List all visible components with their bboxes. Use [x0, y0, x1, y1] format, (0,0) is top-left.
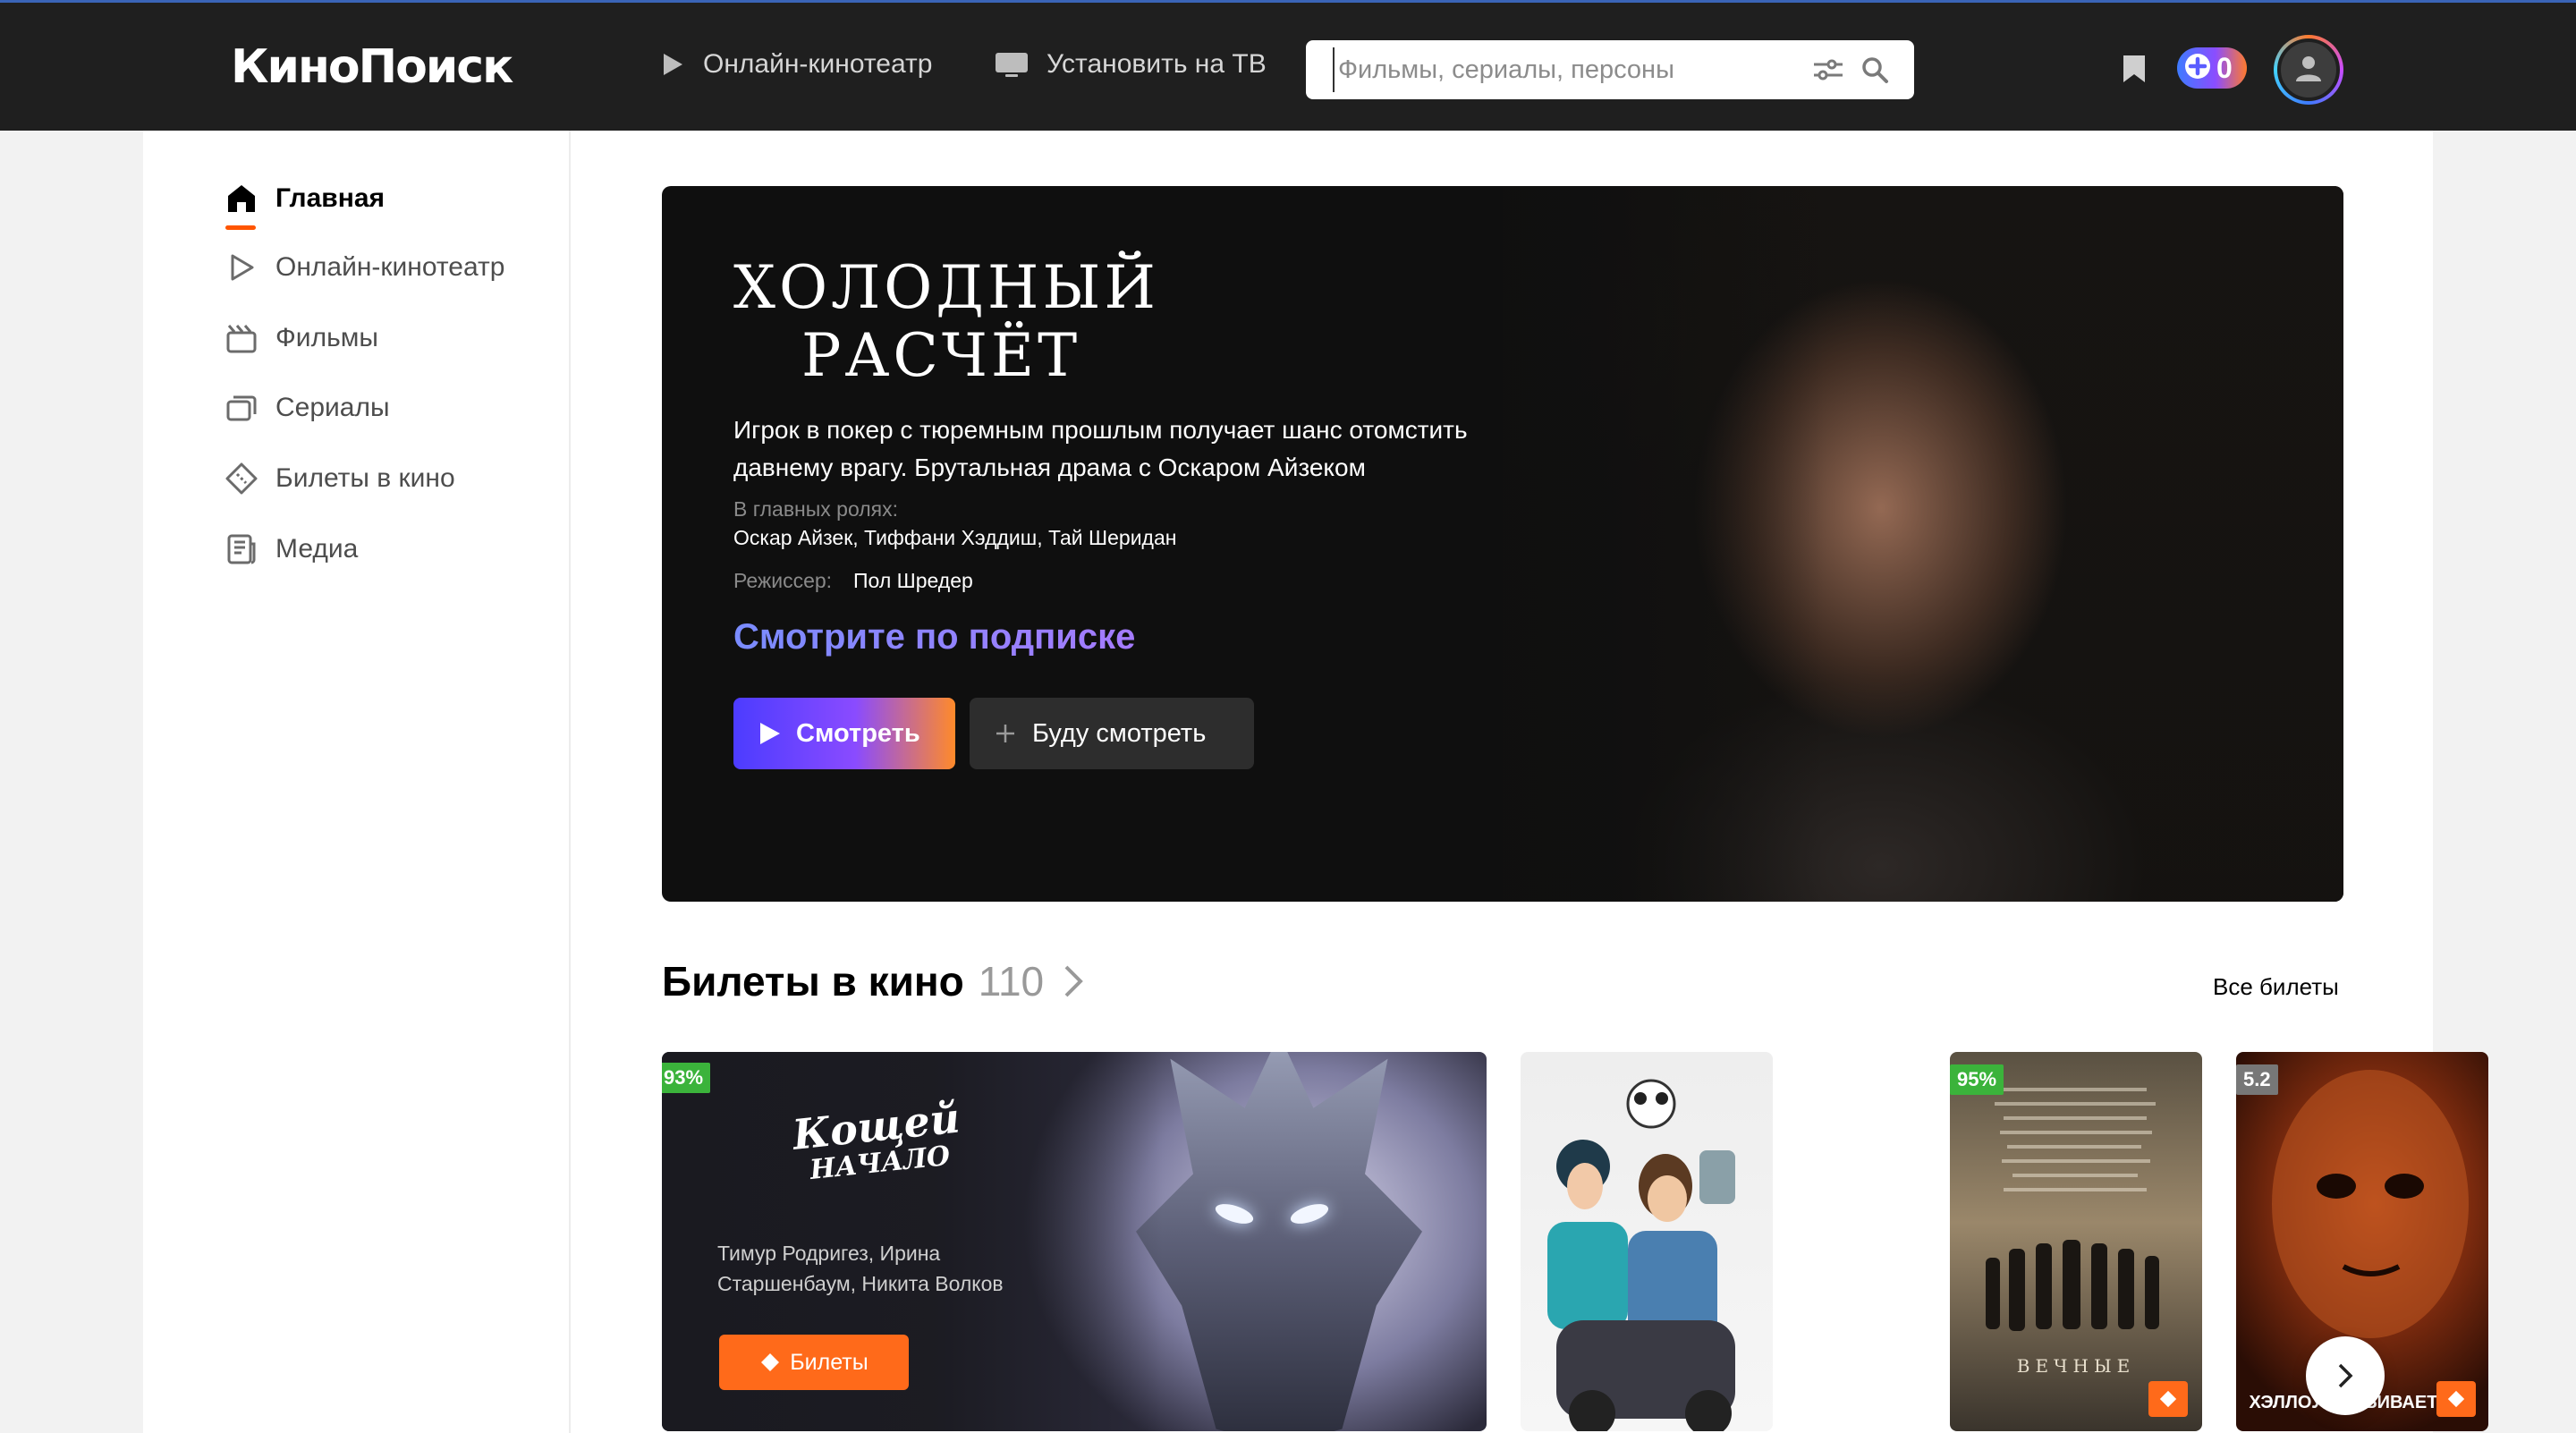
sidebar-item-tickets[interactable]: Билеты в кино: [224, 462, 455, 496]
movie-poster[interactable]: ВЕЧНЫЕ 95%: [1950, 1052, 2202, 1431]
sidebar-item-home[interactable]: Главная: [224, 182, 386, 230]
featured-movie-card[interactable]: 93% Кощей НАЧАЛО Тимур Родригез, Ирина С…: [662, 1052, 1487, 1431]
plus-points-count: 0: [2216, 51, 2233, 84]
chevron-right-icon: [2337, 1362, 2353, 1389]
header-nav-label: Установить на ТВ: [1046, 49, 1267, 79]
search-bar: [1306, 40, 1914, 99]
rating-badge: 93%: [662, 1063, 711, 1093]
tv-icon: [995, 51, 1029, 78]
chevron-right-icon: [1063, 964, 1083, 998]
tickets-button[interactable]: Билеты: [719, 1335, 909, 1390]
ticket-icon: [759, 1352, 781, 1373]
play-outline-icon: [224, 252, 259, 283]
watch-later-label: Буду смотреть: [1032, 718, 1207, 748]
play-icon: [758, 721, 782, 746]
sidebar-item-label: Медиа: [275, 534, 359, 564]
watch-button[interactable]: Смотреть: [733, 698, 955, 769]
filters-icon[interactable]: [1812, 55, 1844, 84]
poster-art: ВЕЧНЫЕ: [1986, 1088, 2159, 1377]
top-header: КиноПоиск Онлайн-кинотеатр Установить на…: [0, 0, 2576, 131]
plus-points-badge[interactable]: 0: [2177, 47, 2247, 89]
media-icon: [224, 533, 259, 565]
tickets-button-label: Билеты: [790, 1349, 869, 1375]
hero-description: Игрок в покер с тюремным прошлым получае…: [733, 416, 1468, 481]
sidebar-item-label: Билеты в кино: [275, 463, 455, 493]
poster-caption: ВЕЧНЫЕ: [2017, 1355, 2135, 1377]
sidebar-item-label: Онлайн-кинотеатр: [275, 252, 505, 282]
sidebar-item-online-cinema[interactable]: Онлайн-кинотеатр: [224, 252, 504, 283]
sidebar-item-label: Главная: [275, 183, 386, 213]
watch-button-label: Смотреть: [796, 718, 920, 748]
hero-title-line2: РАСЧЁТ: [801, 321, 1081, 390]
rating-badge: 5.2: [2236, 1064, 2278, 1095]
poster-art: [1547, 1079, 1735, 1431]
ticket-icon[interactable]: [2436, 1381, 2476, 1417]
section-count: 110: [978, 958, 1045, 1005]
user-avatar[interactable]: [2274, 35, 2343, 105]
series-icon: [224, 392, 259, 424]
clapper-icon: [224, 322, 259, 354]
home-icon: [224, 182, 259, 215]
sidebar-item-label: Фильмы: [275, 323, 378, 352]
hero-banner[interactable]: ХОЛОДНЫЙ РАСЧЁТ Игрок в покер с тюремным…: [662, 186, 2343, 902]
hero-cast-label: В главных ролях:: [733, 497, 899, 521]
featured-cast: Тимур Родригез, Ирина Старшенбаум, Никит…: [717, 1242, 1004, 1295]
sidebar-item-label: Сериалы: [275, 393, 390, 422]
hero-title: ХОЛОДНЫЙ РАСЧЁТ: [733, 254, 1159, 390]
hero-subscription-text: Смотрите по подписке: [733, 617, 1136, 657]
mask-art: [1136, 1052, 1422, 1431]
user-icon: [2293, 53, 2324, 88]
main-page: Главная Онлайн-кинотеатр Фильмы Сериалы …: [143, 131, 2488, 1433]
search-input[interactable]: [1333, 47, 1789, 92]
sidebar-item-series[interactable]: Сериалы: [224, 392, 390, 424]
section-title-text: Билеты в кино: [662, 958, 964, 1005]
rating-badge: 95%: [1950, 1064, 2004, 1095]
hero-gradient: [1449, 186, 1825, 902]
header-nav-label: Онлайн-кинотеатр: [703, 49, 933, 79]
watch-later-button[interactable]: Буду смотреть: [970, 698, 1254, 769]
bookmark-icon[interactable]: [2122, 54, 2147, 89]
sidebar: Главная Онлайн-кинотеатр Фильмы Сериалы …: [143, 131, 571, 1433]
ticket-icon: [224, 462, 259, 496]
ticket-icon[interactable]: [2148, 1381, 2188, 1417]
sidebar-item-media[interactable]: Медиа: [224, 533, 358, 565]
all-tickets-link[interactable]: Все билеты: [2213, 973, 2339, 1001]
carousel-next-button[interactable]: [2306, 1336, 2385, 1415]
play-icon: [658, 51, 685, 78]
hero-title-line1: ХОЛОДНЫЙ: [733, 253, 1159, 322]
search-icon[interactable]: [1860, 55, 1889, 84]
movie-poster[interactable]: [1521, 1052, 1773, 1431]
sidebar-item-films[interactable]: Фильмы: [224, 322, 378, 354]
tickets-section-title[interactable]: Билеты в кино 110: [662, 957, 1083, 1005]
kinopoisk-logo[interactable]: КиноПоиск: [231, 40, 513, 94]
hero-director-label: Режиссер:: [733, 569, 833, 592]
plus-icon: [2184, 53, 2211, 84]
header-nav-install-tv[interactable]: Установить на ТВ: [995, 49, 1267, 80]
header-nav-online-cinema[interactable]: Онлайн-кинотеатр: [658, 49, 932, 80]
plus-icon: [995, 723, 1016, 744]
hero-cast: Оскар Айзек, Тиффани Хэддиш, Тай Шеридан: [733, 526, 1177, 549]
hero-director: Пол Шредер: [853, 569, 973, 592]
